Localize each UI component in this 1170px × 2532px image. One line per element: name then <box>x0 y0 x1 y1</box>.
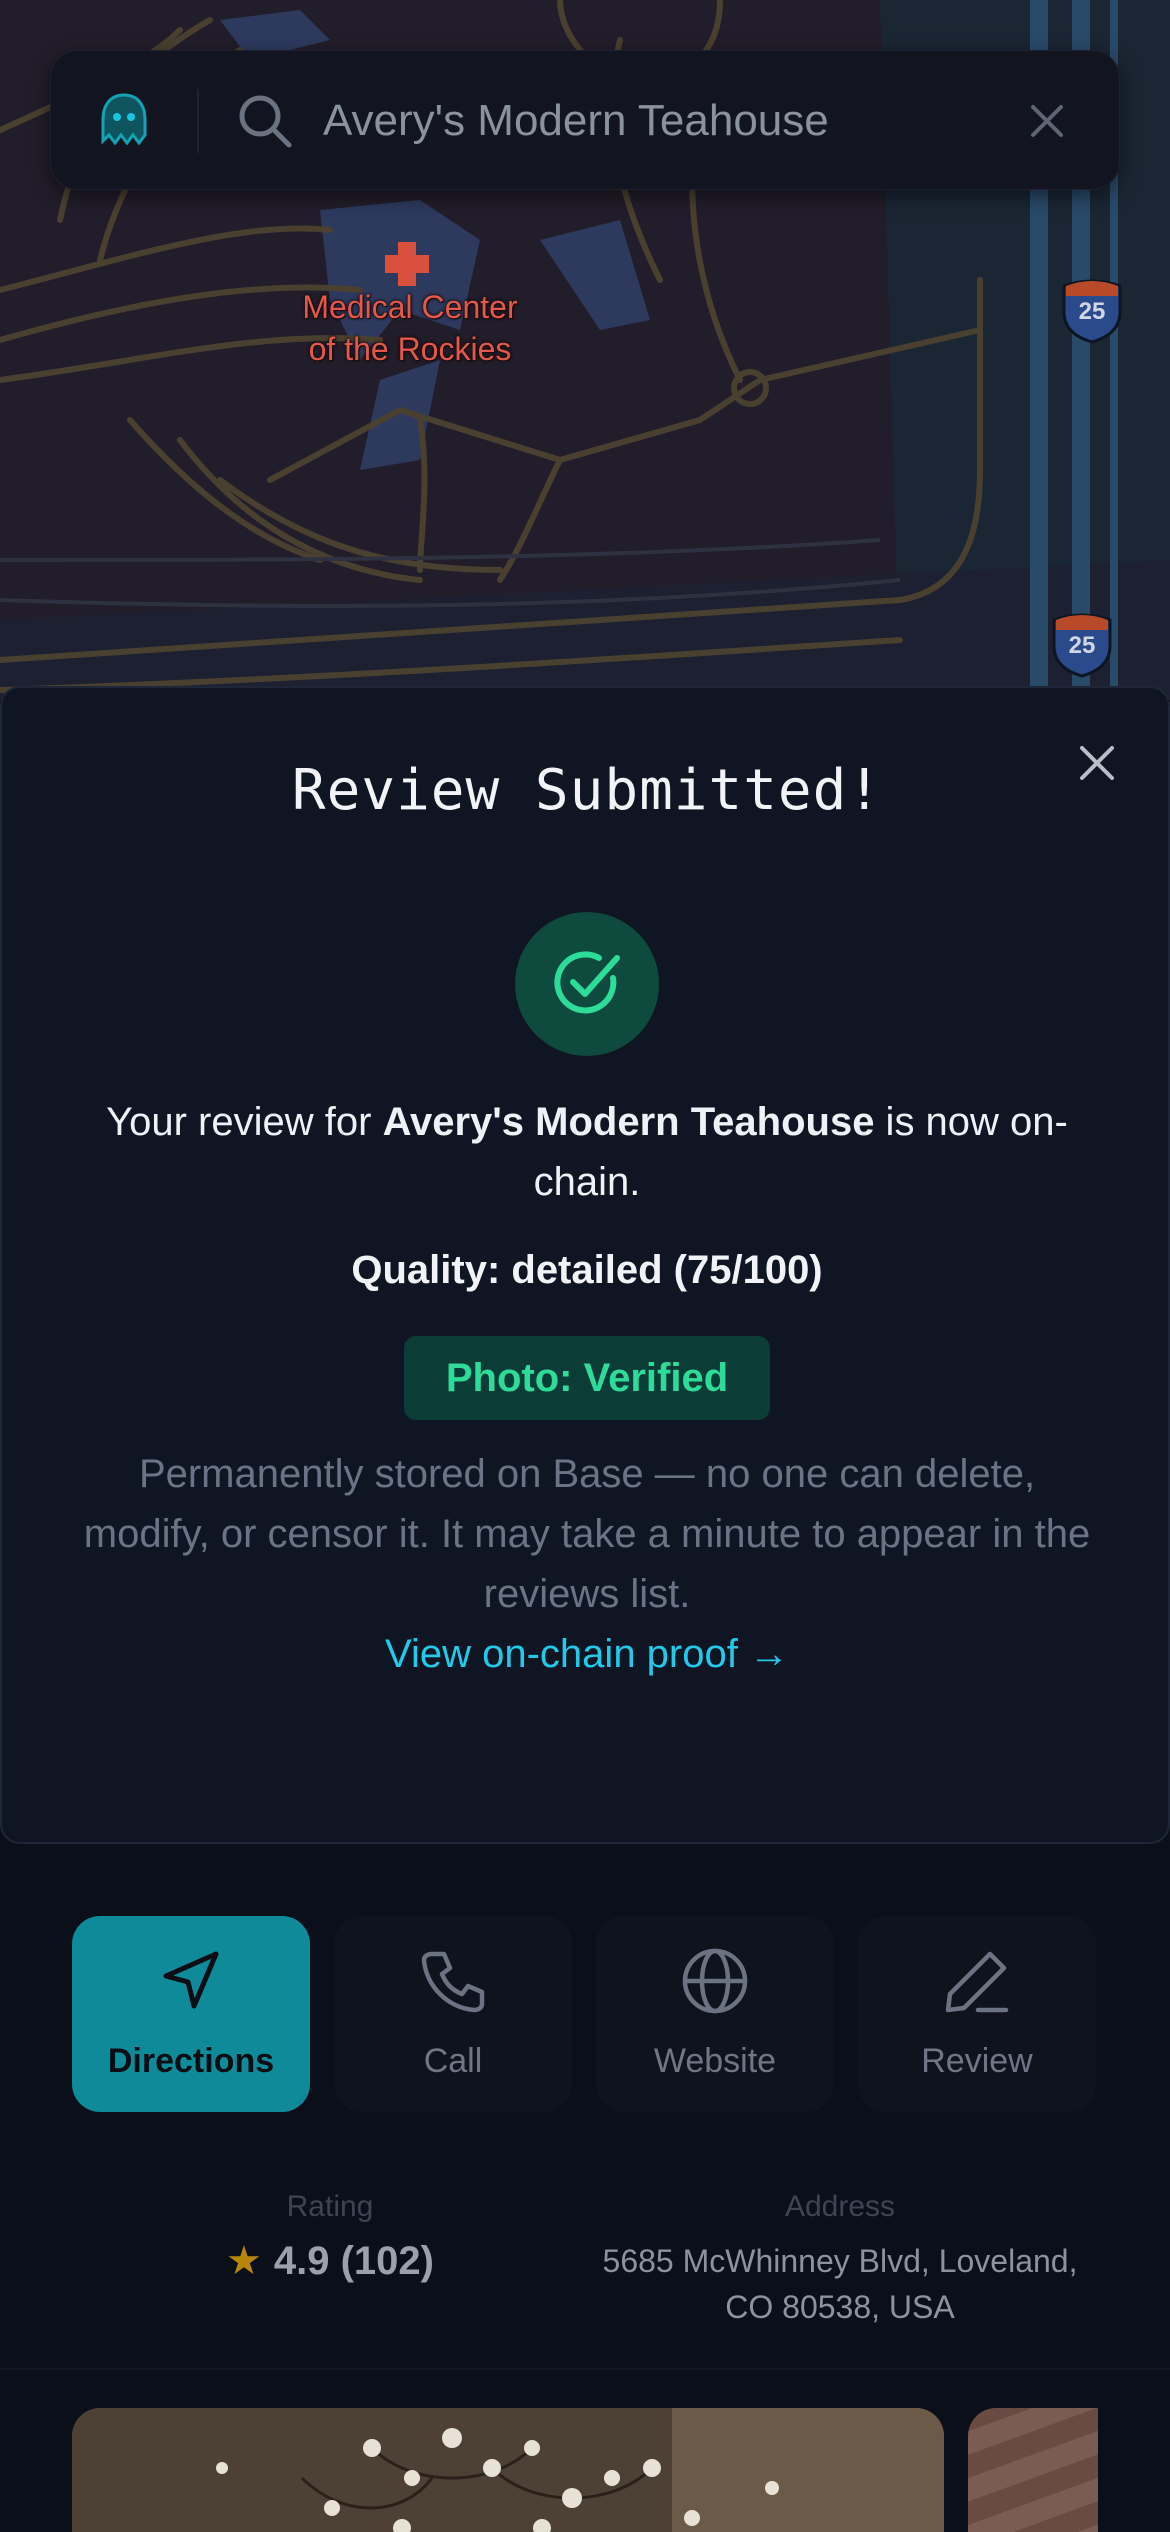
call-button[interactable]: Call <box>334 1916 572 2112</box>
review-button[interactable]: Review <box>858 1916 1096 2112</box>
poi-label-line1: Medical Center <box>302 289 518 325</box>
address-label: Address <box>784 2190 896 2223</box>
address-line2: CO 80538, USA <box>725 2289 955 2325</box>
pen-icon <box>942 1946 1012 2016</box>
clear-search-icon[interactable] <box>1019 93 1075 149</box>
ghost-logo-icon[interactable] <box>89 87 159 157</box>
address-info: Address 5685 McWhinney Blvd, Loveland, C… <box>580 2190 1100 2330</box>
website-label: Website <box>653 2042 777 2080</box>
directions-button[interactable]: Directions <box>72 1916 310 2112</box>
place-actions: Directions Call Website Review <box>72 1916 1098 2112</box>
star-icon: ★ <box>226 2239 262 2283</box>
rating-label: Rating <box>286 2190 374 2223</box>
review-label: Review <box>921 2042 1033 2080</box>
address-line1: 5685 McWhinney Blvd, Loveland, <box>602 2243 1078 2279</box>
search-divider <box>197 89 199 153</box>
place-name: Avery's Modern Teahouse <box>382 1100 875 1144</box>
search-input[interactable] <box>323 81 1003 161</box>
review-submitted-modal: Review Submitted! Your review for Avery'… <box>0 686 1170 1844</box>
place-photo[interactable] <box>72 2408 944 2532</box>
view-on-chain-proof-link[interactable]: View on-chain proof → <box>2 1632 1170 1677</box>
address-value[interactable]: 5685 McWhinney Blvd, Loveland, CO 80538,… <box>580 2238 1100 2330</box>
search-bar <box>50 50 1120 190</box>
globe-icon <box>680 1946 750 2016</box>
website-button[interactable]: Website <box>596 1916 834 2112</box>
rating-value: ★ 4.9 (102) <box>140 2238 520 2284</box>
phone-icon <box>418 1946 488 2016</box>
interstate-shield: 25 <box>1064 276 1120 340</box>
section-divider <box>0 2368 1170 2370</box>
rating-value-text: 4.9 (102) <box>273 2239 434 2283</box>
interstate-shield-number: 25 <box>1068 632 1096 659</box>
search-icon <box>235 91 295 151</box>
photo-chandelier <box>72 2408 944 2532</box>
photo-verified-badge: Photo: Verified <box>404 1336 770 1420</box>
storage-note: Permanently stored on Base — no one can … <box>83 1452 1091 1616</box>
success-check-icon <box>515 912 659 1056</box>
interstate-shield-number: 25 <box>1078 298 1106 325</box>
modal-title: Review Submitted! <box>291 758 883 823</box>
directions-label: Directions <box>107 2042 275 2080</box>
place-photo[interactable] <box>968 2408 1098 2532</box>
navigation-arrow-icon <box>156 1946 226 2016</box>
map-poi-label[interactable]: Medical Center of the Rockies <box>290 286 530 370</box>
success-message: Your review for Avery's Modern Teahouse … <box>62 1092 1112 1212</box>
interstate-shield: 25 <box>1054 610 1110 674</box>
poi-label-line2: of the Rockies <box>308 331 512 367</box>
message-prefix: Your review for <box>106 1100 383 1144</box>
quality-score: Quality: detailed (75/100) <box>351 1248 823 1292</box>
call-label: Call <box>423 2042 483 2080</box>
rating-info: Rating ★ 4.9 (102) <box>140 2190 520 2284</box>
